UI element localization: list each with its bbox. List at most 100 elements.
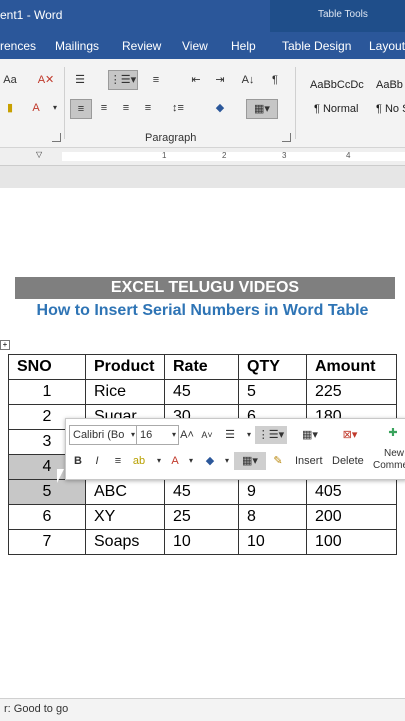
style-normal[interactable]: AaBbCcDc ¶ Normal: [306, 71, 368, 117]
font-color-dropdown-icon[interactable]: ▾: [182, 452, 200, 470]
header-cell[interactable]: Product: [85, 354, 165, 380]
highlight-icon[interactable]: ab: [130, 452, 148, 470]
multilevel-list-icon[interactable]: ≡: [146, 71, 166, 89]
status-bar: r: Good to go: [0, 698, 405, 721]
table-row: 7 Soaps 10 10 100: [8, 529, 397, 555]
borders-icon[interactable]: ▦▾: [246, 99, 278, 119]
table-tools-label: Table Tools: [318, 9, 368, 20]
shading-icon[interactable]: ◆: [210, 99, 230, 117]
change-case-icon[interactable]: Aa: [0, 71, 20, 89]
tab-review[interactable]: Review: [122, 39, 161, 53]
table-cell[interactable]: 45: [164, 379, 239, 405]
font-color-dropdown-icon[interactable]: ▾: [45, 99, 65, 117]
tab-layout[interactable]: Layout: [369, 39, 405, 53]
table-cell[interactable]: 100: [306, 529, 397, 555]
show-marks-icon[interactable]: ¶: [265, 71, 285, 89]
sort-icon[interactable]: A↓: [238, 71, 258, 89]
paragraph-dialog-launcher-icon[interactable]: [282, 133, 291, 142]
delete-label[interactable]: Delete: [332, 455, 364, 467]
table-cell[interactable]: 10: [238, 529, 307, 555]
align-center-icon[interactable]: ≡: [109, 452, 127, 470]
table-cell[interactable]: 10: [164, 529, 239, 555]
paragraph-group-label: Paragraph: [145, 132, 197, 144]
grow-font-icon[interactable]: A˄: [178, 426, 196, 444]
mouse-cursor-icon: [57, 469, 71, 483]
style-preview: AaBb: [376, 79, 403, 91]
numbering-icon[interactable]: ⋮☰▾: [108, 70, 138, 90]
indent-marker-icon[interactable]: ▽: [36, 150, 42, 159]
sno-cell[interactable]: 5: [8, 479, 86, 505]
align-right-icon[interactable]: ≡: [116, 99, 136, 117]
align-center-icon[interactable]: ≡: [94, 99, 114, 117]
ruler-text-area: [62, 152, 405, 161]
table-cell[interactable]: ABC: [85, 479, 165, 505]
sno-cell[interactable]: 7: [8, 529, 86, 555]
font-color-icon[interactable]: A: [26, 99, 46, 117]
table-cell[interactable]: 200: [306, 504, 397, 530]
header-cell[interactable]: QTY: [238, 354, 307, 380]
header-cell[interactable]: Rate: [164, 354, 239, 380]
table-cell[interactable]: 45: [164, 479, 239, 505]
numbering-icon[interactable]: ⋮☰▾: [255, 426, 287, 444]
ruler-tick-3: 3: [282, 151, 287, 160]
table-row: 5 ABC 45 9 405: [8, 479, 397, 505]
insert-label[interactable]: Insert: [295, 455, 323, 467]
sno-cell[interactable]: 6: [8, 504, 86, 530]
font-name-dropdown-icon[interactable]: ▾: [131, 426, 135, 444]
format-painter-icon[interactable]: ✎: [269, 452, 287, 470]
tab-table-design[interactable]: Table Design: [282, 39, 351, 53]
new-comment-icon[interactable]: ✚: [384, 424, 402, 442]
delete-table-icon[interactable]: ⊠▾: [338, 426, 362, 444]
tab-view[interactable]: View: [182, 39, 208, 53]
table-grid-icon[interactable]: ▦▾: [298, 426, 322, 444]
tab-mailings[interactable]: Mailings: [55, 39, 99, 53]
table-row: 6 XY 25 8 200: [8, 504, 397, 530]
table-cell[interactable]: Rice: [85, 379, 165, 405]
bullets-icon[interactable]: ☰: [70, 71, 90, 89]
ruler-tick-2: 2: [222, 151, 227, 160]
italic-icon[interactable]: I: [88, 452, 106, 470]
clear-formatting-icon[interactable]: A✕: [36, 71, 56, 89]
new-comment-label[interactable]: New: [384, 448, 404, 459]
shading-icon[interactable]: ◆: [201, 452, 219, 470]
subtitle-heading: How to Insert Serial Numbers in Word Tab…: [36, 302, 369, 319]
font-dialog-launcher-icon[interactable]: [52, 133, 61, 142]
table-move-handle-icon[interactable]: +: [0, 340, 10, 350]
tab-help[interactable]: Help: [231, 39, 256, 53]
table-header-row: SNO Product Rate QTY Amount: [8, 354, 397, 380]
table-cell[interactable]: 8: [238, 504, 307, 530]
horizontal-ruler[interactable]: ▽ 1 2 3 4: [0, 148, 405, 166]
shrink-font-icon[interactable]: A˅: [198, 426, 216, 444]
table-cell[interactable]: 9: [238, 479, 307, 505]
ruler-tick-4: 4: [346, 151, 351, 160]
font-name-box[interactable]: Calibri (Bo ▾: [69, 425, 138, 445]
new-comment-label-2[interactable]: Comme: [373, 460, 405, 471]
tab-references[interactable]: rences: [0, 39, 36, 53]
header-cell[interactable]: SNO: [8, 354, 86, 380]
table-cell[interactable]: 5: [238, 379, 307, 405]
highlight-icon[interactable]: ▮: [0, 99, 20, 117]
table-cell[interactable]: 25: [164, 504, 239, 530]
ribbon-separator: [64, 67, 65, 139]
font-size-box[interactable]: 16 ▾: [136, 425, 179, 445]
table-cell[interactable]: XY: [85, 504, 165, 530]
table-cell[interactable]: Soaps: [85, 529, 165, 555]
header-cell[interactable]: Amount: [306, 354, 397, 380]
increase-indent-icon[interactable]: ⇥: [210, 71, 230, 89]
table-cell[interactable]: 225: [306, 379, 397, 405]
align-left-icon[interactable]: ≡: [70, 99, 92, 119]
bullets-icon[interactable]: ☰: [221, 426, 239, 444]
font-name-value: Calibri (Bo: [73, 429, 125, 441]
sno-cell[interactable]: 1: [8, 379, 86, 405]
line-spacing-icon[interactable]: ↕≡: [168, 99, 188, 117]
table-row: 1 Rice 45 5 225: [8, 379, 397, 405]
borders-icon[interactable]: ▦▾: [234, 452, 266, 470]
status-text: r: Good to go: [4, 703, 69, 715]
justify-icon[interactable]: ≡: [138, 99, 158, 117]
style-no-spacing[interactable]: AaBb ¶ No S: [374, 71, 405, 117]
bold-icon[interactable]: B: [69, 452, 87, 470]
font-size-dropdown-icon[interactable]: ▾: [172, 426, 176, 444]
table-cell[interactable]: 405: [306, 479, 397, 505]
window-title: ent1 - Word: [0, 8, 63, 22]
decrease-indent-icon[interactable]: ⇤: [186, 71, 206, 89]
